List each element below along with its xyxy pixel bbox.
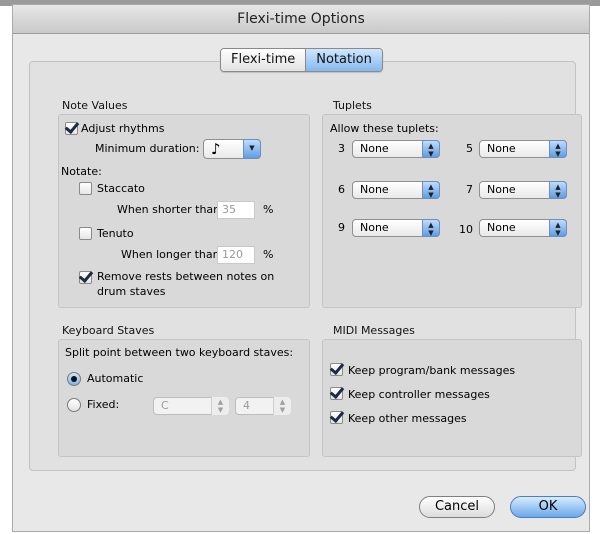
tuplet-5-value: None xyxy=(487,142,516,155)
tuplet-7-value: None xyxy=(487,183,516,196)
eighth-note-icon: ♪ xyxy=(211,140,221,158)
keep-controller-checkbox[interactable] xyxy=(330,387,343,400)
keep-other-checkbox[interactable] xyxy=(330,411,343,424)
tuplet-6-select[interactable]: None ▲ ▼ xyxy=(352,181,440,199)
updown-arrows-icon: ▲ ▼ xyxy=(422,181,440,199)
adjust-rhythms-checkbox[interactable] xyxy=(65,122,78,135)
tenuto-percent-input[interactable]: 120 xyxy=(217,246,255,264)
keyboard-staves-group: Split point between two keyboard staves:… xyxy=(58,339,310,457)
tab-bar: Flexi-time Notation xyxy=(220,48,383,72)
updown-arrows-icon: ▲ ▼ xyxy=(211,397,229,415)
tenuto-percent-unit: % xyxy=(263,248,274,261)
tuplet-3-select[interactable]: None ▲ ▼ xyxy=(352,140,440,158)
keyboard-staves-title: Keyboard Staves xyxy=(62,324,155,337)
staccato-label: Staccato xyxy=(97,182,145,195)
note-values-title: Note Values xyxy=(62,99,128,112)
tuplet-9-select[interactable]: None ▲ ▼ xyxy=(352,219,440,237)
automatic-label: Automatic xyxy=(87,372,144,385)
options-panel: Note Values Adjust rhythms Minimum durat… xyxy=(29,61,582,471)
window-title: Flexi-time Options xyxy=(13,5,589,34)
tuplet-10-value: None xyxy=(487,221,516,234)
split-point-label: Split point between two keyboard staves: xyxy=(65,346,294,359)
tuplet-7-label: 7 xyxy=(466,183,473,196)
tenuto-label: Tenuto xyxy=(97,227,134,240)
tuplet-7-select[interactable]: None ▲ ▼ xyxy=(479,181,567,199)
tuplet-9-value: None xyxy=(360,221,389,234)
keep-program-bank-checkbox[interactable] xyxy=(330,363,343,376)
tuplet-5-select[interactable]: None ▲ ▼ xyxy=(479,140,567,158)
staccato-percent-unit: % xyxy=(263,203,274,216)
tuplet-10-label: 10 xyxy=(459,223,473,236)
allow-tuplets-label: Allow these tuplets: xyxy=(330,122,439,135)
fixed-octave-value: 4 xyxy=(243,399,250,412)
automatic-radio[interactable] xyxy=(67,372,81,386)
keep-other-label: Keep other messages xyxy=(348,412,467,425)
tab-flexi-time[interactable]: Flexi-time xyxy=(221,49,306,71)
note-values-group: Adjust rhythms Minimum duration: ♪ ▼ Not… xyxy=(58,114,310,308)
min-duration-label: Minimum duration: xyxy=(95,142,200,155)
midi-messages-group: Keep program/bank messages Keep controll… xyxy=(322,339,582,457)
tuplet-6-value: None xyxy=(360,183,389,196)
staccato-shorter-label: When shorter than: xyxy=(117,203,224,216)
cancel-button[interactable]: Cancel xyxy=(419,496,495,518)
midi-messages-title: MIDI Messages xyxy=(333,324,415,337)
tenuto-checkbox[interactable] xyxy=(79,227,92,240)
staccato-checkbox[interactable] xyxy=(79,182,92,195)
tuplets-title: Tuplets xyxy=(333,99,372,112)
dialog-window: Flexi-time Options Flexi-time Notation N… xyxy=(12,4,590,532)
staccato-percent-input[interactable]: 35 xyxy=(217,201,255,219)
updown-arrows-icon: ▲ ▼ xyxy=(422,140,440,158)
tenuto-longer-label: When longer than: xyxy=(121,248,224,261)
fixed-note-select[interactable]: C ▲ ▼ xyxy=(153,397,229,415)
keep-program-bank-label: Keep program/bank messages xyxy=(348,364,516,377)
fixed-radio[interactable] xyxy=(67,398,81,412)
tuplet-3-label: 3 xyxy=(338,142,345,155)
remove-rests-label-line1: Remove rests between notes on xyxy=(97,270,275,283)
tuplet-10-select[interactable]: None ▲ ▼ xyxy=(479,219,567,237)
fixed-octave-select[interactable]: 4 ▲ ▼ xyxy=(235,397,291,415)
fixed-label: Fixed: xyxy=(87,398,120,411)
notate-label: Notate: xyxy=(61,165,102,178)
tuplets-group: Allow these tuplets: 3 None ▲ ▼ 5 None ▲ ▼… xyxy=(322,114,582,308)
updown-arrows-icon: ▲ ▼ xyxy=(422,219,440,237)
ok-button[interactable]: OK xyxy=(510,496,586,518)
remove-rests-checkbox[interactable] xyxy=(79,271,92,284)
dropdown-arrow-icon: ▼ xyxy=(243,139,261,159)
tuplet-3-value: None xyxy=(360,142,389,155)
adjust-rhythms-label: Adjust rhythms xyxy=(81,122,165,135)
tuplet-5-label: 5 xyxy=(466,142,473,155)
updown-arrows-icon: ▲ ▼ xyxy=(549,181,567,199)
tuplet-9-label: 9 xyxy=(338,221,345,234)
min-duration-select[interactable]: ♪ ▼ xyxy=(203,139,261,159)
updown-arrows-icon: ▲ ▼ xyxy=(273,397,291,415)
updown-arrows-icon: ▲ ▼ xyxy=(549,140,567,158)
tuplet-6-label: 6 xyxy=(338,183,345,196)
keep-controller-label: Keep controller messages xyxy=(348,388,490,401)
updown-arrows-icon: ▲ ▼ xyxy=(549,219,567,237)
fixed-note-value: C xyxy=(161,399,169,412)
remove-rests-label-line2: drum staves xyxy=(97,285,166,298)
tab-notation[interactable]: Notation xyxy=(305,49,382,71)
